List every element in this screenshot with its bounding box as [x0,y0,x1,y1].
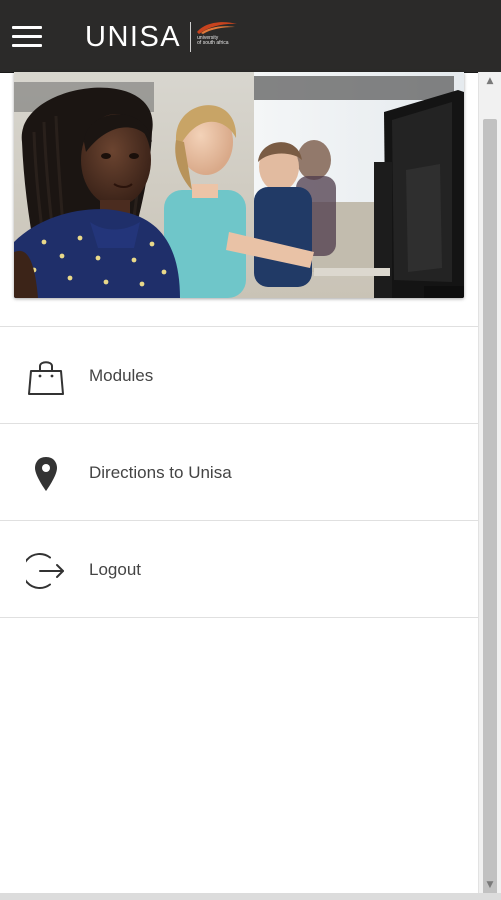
menu-item-modules[interactable]: Modules [0,326,478,423]
bottom-edge [0,893,501,900]
students-at-computers-photo [14,72,464,298]
menu-item-label: Logout [89,560,141,579]
top-app-bar: UNISA university of south africa [0,0,501,73]
menu-item-logout[interactable]: Logout [0,520,478,618]
unisa-logo: UNISA university of south africa [85,18,239,56]
scroll-down-arrow-icon[interactable]: ▼ [479,876,501,894]
logo-swoosh-icon [197,22,238,34]
hamburger-icon[interactable] [12,24,42,48]
shopping-bag-icon [26,357,66,397]
app-screen: UNISA university of south africa Modules… [0,0,501,900]
scroll-up-arrow-icon[interactable]: ▲ [479,72,501,90]
logout-icon [21,551,66,591]
hero-image [14,72,464,298]
hamburger-line [12,35,42,38]
logo-wordmark: UNISA [85,21,182,53]
logo-subtext: university of south africa [197,35,229,46]
menu-item-label: Directions to Unisa [89,463,232,482]
map-pin-icon [26,454,66,494]
hamburger-line [12,26,42,29]
vertical-scrollbar[interactable]: ▲ ▼ [478,72,501,900]
hamburger-line [12,44,42,47]
logo-emblem: university of south africa [195,20,239,54]
scrollbar-thumb[interactable] [483,119,497,900]
logo-divider [190,22,192,52]
navigation-menu: Modules Directions to Unisa Logout [0,326,478,618]
menu-item-directions[interactable]: Directions to Unisa [0,423,478,520]
menu-item-label: Modules [89,366,154,385]
